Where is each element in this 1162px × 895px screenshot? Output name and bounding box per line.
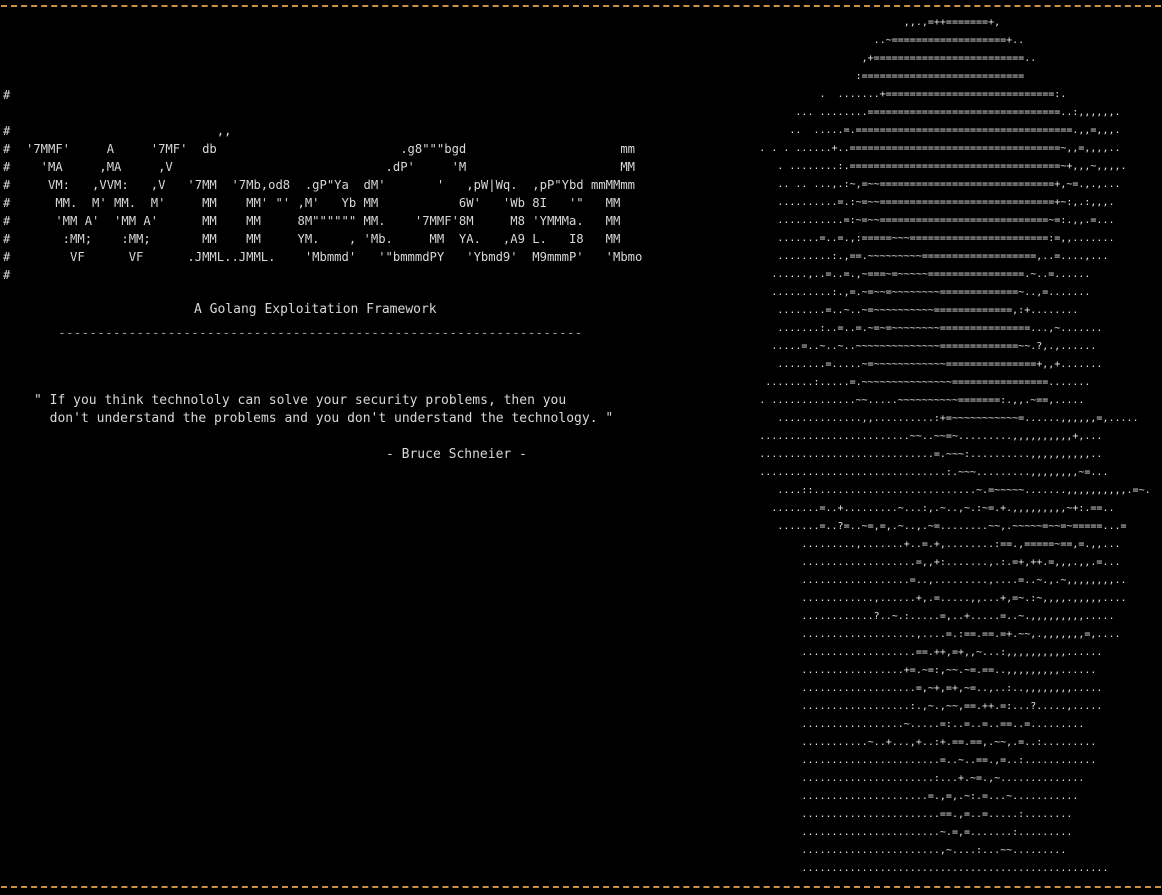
ascii-portrait: ,,.,=++=======+, ..~===================+… bbox=[759, 17, 1151, 874]
quote-text: " If you think technololy can solve your… bbox=[34, 393, 614, 426]
terminal-window: # # # # # # # # # # ,, '7MMF' A '7MF' db… bbox=[0, 0, 1162, 895]
framework-subtitle: A Golang Exploitation Framework bbox=[194, 302, 437, 317]
quote-author: - Bruce Schneier - bbox=[386, 447, 527, 462]
bottom-dashed-border bbox=[1, 886, 1161, 888]
wirego-ascii-banner: ,, '7MMF' A '7MF' db .g8"""bgd mm 'MA ,M… bbox=[26, 124, 643, 264]
top-dashed-border bbox=[1, 5, 1161, 7]
subtitle-divider: ----------------------------------------… bbox=[58, 326, 583, 341]
comment-hash-column: # # # # # # # # # # bbox=[3, 88, 11, 282]
